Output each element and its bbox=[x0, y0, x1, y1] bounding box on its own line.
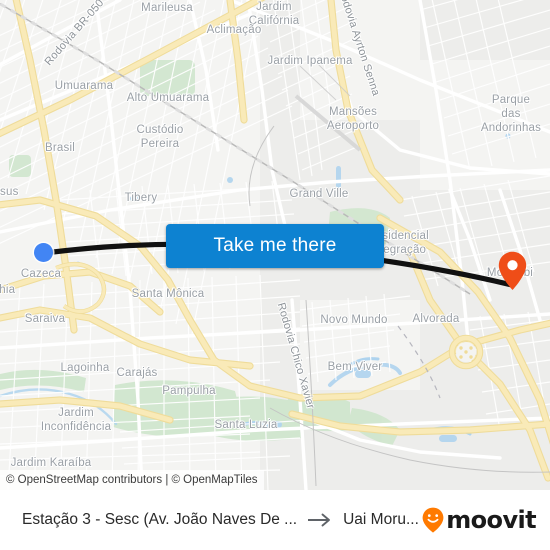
moovit-wordmark: moovit bbox=[446, 506, 536, 534]
moovit-route-preview: Marileusa Jardim Califórnia Aclimação Rodov… bbox=[0, 0, 550, 550]
arrow-right-icon bbox=[307, 513, 333, 527]
take-me-there-label: Take me there bbox=[213, 235, 337, 256]
map-attribution[interactable]: © OpenStreetMap contributors | © OpenMap… bbox=[0, 470, 264, 490]
route-summary[interactable]: Estação 3 - Sesc (Av. João Naves De ... … bbox=[22, 511, 422, 529]
moovit-pin-icon bbox=[422, 507, 444, 533]
map-canvas[interactable]: Marileusa Jardim Califórnia Aclimação Rodov… bbox=[0, 0, 550, 490]
map-pin-icon bbox=[498, 251, 527, 290]
footer-bar: Estação 3 - Sesc (Av. João Naves De ... … bbox=[0, 490, 550, 550]
take-me-there-button[interactable]: Take me there bbox=[166, 224, 384, 268]
origin-marker-dot[interactable] bbox=[34, 243, 53, 262]
origin-station-label: Estação 3 - Sesc (Av. João Naves De ... bbox=[22, 511, 298, 528]
attribution-text: © OpenStreetMap contributors | © OpenMap… bbox=[6, 474, 258, 486]
moovit-logo[interactable]: moovit bbox=[422, 506, 537, 534]
destination-station-label: Uai Moru... bbox=[343, 511, 419, 528]
